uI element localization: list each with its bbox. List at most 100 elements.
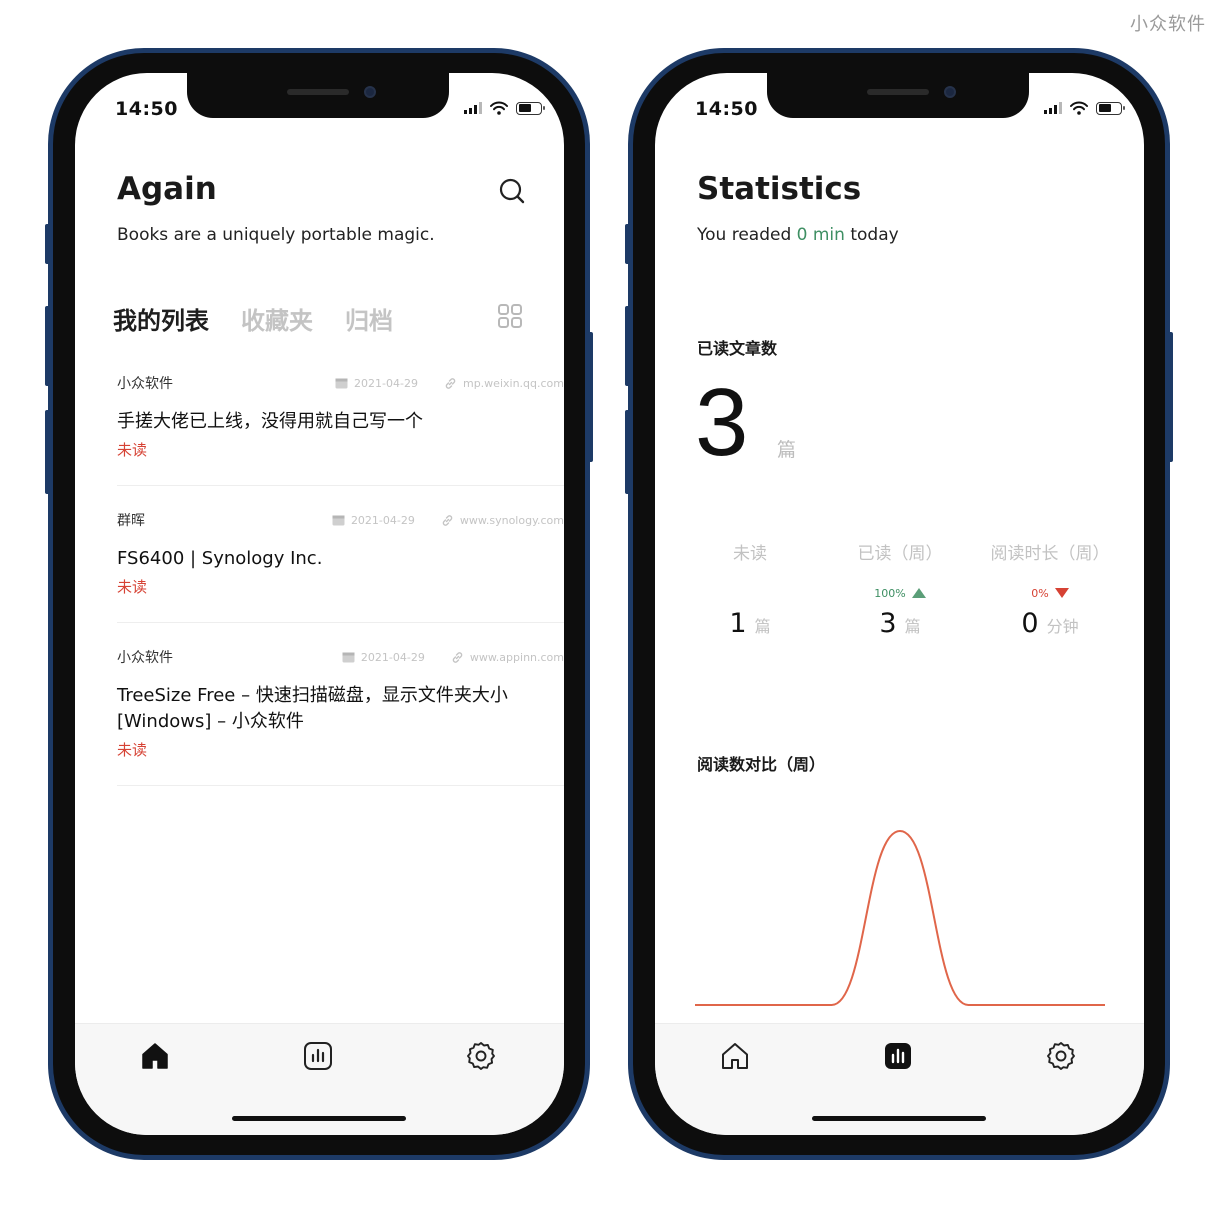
tab-bar <box>75 1023 564 1135</box>
power-button <box>588 332 593 462</box>
phone-bezel: 14:50 Statistics You readed 0 min today … <box>633 53 1165 1155</box>
mute-switch <box>45 224 50 264</box>
list-item[interactable]: 小众软件 2021-04-29 www.appinn.com TreeSize … <box>117 623 564 786</box>
article-info: 2021-04-29 mp.weixin.qq.com <box>335 377 564 390</box>
stat-unit: 篇 <box>754 617 771 636</box>
article-info: 2021-04-29 www.synology.com <box>332 514 564 527</box>
article-source: 小众软件 <box>117 376 173 392</box>
wifi-icon <box>490 101 508 115</box>
stat-unit: 篇 <box>904 617 921 636</box>
arrow-up-icon <box>911 588 926 598</box>
article-list: 小众软件 2021-04-29 mp.weixin.qq.com 手搓大佬已上线… <box>117 349 564 786</box>
notch <box>767 73 1029 118</box>
read-count-label: 已读文章数 <box>697 339 778 358</box>
calendar-icon <box>342 652 355 663</box>
app-subtitle: Books are a uniquely portable magic. <box>117 225 435 245</box>
reading-summary: You readed 0 min today <box>697 225 899 245</box>
link-icon <box>452 651 463 663</box>
volume-down-button <box>45 410 50 494</box>
home-icon[interactable] <box>719 1040 751 1072</box>
unread-badge: 未读 <box>117 741 148 759</box>
weekly-reading-chart <box>695 829 1105 1006</box>
stat-change: 0% <box>1031 586 1049 600</box>
volume-down-button <box>625 410 630 494</box>
status-icons <box>1044 101 1125 115</box>
phone-home: 14:50 Again Books are a uniquely portabl… <box>45 48 593 1160</box>
list-item[interactable]: 小众软件 2021-04-29 mp.weixin.qq.com 手搓大佬已上线… <box>117 349 564 486</box>
page-title: Statistics <box>697 171 862 207</box>
notch <box>187 73 449 118</box>
article-title: TreeSize Free – 快速扫描磁盘，显示文件夹大小[Windows] … <box>117 685 508 732</box>
article-title: 手搓大佬已上线，没得用就自己写一个 <box>117 411 423 432</box>
battery-icon <box>516 101 545 115</box>
stat-label: 未读 <box>733 544 767 564</box>
article-domain: www.appinn.com <box>469 650 564 664</box>
article-domain: mp.weixin.qq.com <box>462 376 564 390</box>
stat-label: 阅读时长（周） <box>990 544 1110 564</box>
article-info: 2021-04-29 www.appinn.com <box>342 651 564 664</box>
home-icon[interactable] <box>139 1040 171 1072</box>
tab-bar <box>655 1023 1144 1135</box>
volume-up-button <box>45 306 50 386</box>
article-source: 小众软件 <box>117 650 173 666</box>
article-title: FS6400 | Synology Inc. <box>117 548 323 569</box>
grid-icon[interactable] <box>496 302 524 330</box>
chart-icon[interactable] <box>882 1040 914 1072</box>
summary-value: 0 min <box>796 225 845 245</box>
home-indicator <box>232 1116 406 1121</box>
phone-statistics: 14:50 Statistics You readed 0 min today … <box>625 48 1173 1160</box>
stat-label: 已读（周） <box>857 544 943 564</box>
watermark: 小众软件 <box>1130 14 1206 35</box>
article-date: 2021-04-29 <box>360 650 425 664</box>
stat-unread: 未读 1篇 <box>675 539 825 639</box>
stat-read-week: 已读（周） 100% 3篇 <box>825 539 975 639</box>
summary-prefix: You readed <box>697 225 792 245</box>
stat-value: 3 <box>879 608 897 639</box>
search-icon[interactable] <box>498 177 526 205</box>
statistics-screen: 14:50 Statistics You readed 0 min today … <box>655 73 1144 1135</box>
power-button <box>1168 332 1173 462</box>
stat-change <box>675 582 825 604</box>
phone-bezel: 14:50 Again Books are a uniquely portabl… <box>53 53 585 1155</box>
gear-icon[interactable] <box>1045 1040 1077 1072</box>
link-icon <box>445 377 456 389</box>
signal-icon <box>464 102 482 114</box>
article-date: 2021-04-29 <box>350 513 415 527</box>
read-count-value: 3 <box>695 369 749 476</box>
stat-value: 0 <box>1021 608 1039 639</box>
list-item[interactable]: 群晖 2021-04-29 www.synology.com FS6400 | … <box>117 486 564 623</box>
article-domain: www.synology.com <box>459 513 564 527</box>
home-indicator <box>812 1116 986 1121</box>
tab-favorites[interactable]: 收藏夹 <box>241 301 313 336</box>
volume-up-button <box>625 306 630 386</box>
status-time: 14:50 <box>115 98 178 120</box>
mute-switch <box>625 224 630 264</box>
read-count-unit: 篇 <box>777 439 797 461</box>
unread-badge: 未读 <box>117 578 148 596</box>
chart-icon[interactable] <box>302 1040 334 1072</box>
chart-label: 阅读数对比（周） <box>697 755 826 774</box>
status-icons <box>464 101 545 115</box>
article-date: 2021-04-29 <box>354 376 418 390</box>
calendar-icon <box>332 515 345 526</box>
home-screen: 14:50 Again Books are a uniquely portabl… <box>75 73 564 1135</box>
stat-value: 1 <box>729 608 747 639</box>
list-tabs: 我的列表 收藏夹 归档 <box>113 301 393 336</box>
arrow-down-icon <box>1054 588 1069 598</box>
stat-unit: 分钟 <box>1046 617 1079 636</box>
summary-suffix: today <box>850 225 899 245</box>
gear-icon[interactable] <box>465 1040 497 1072</box>
article-source: 群晖 <box>117 513 145 529</box>
status-time: 14:50 <box>695 98 758 120</box>
app-title: Again <box>117 171 217 207</box>
unread-badge: 未读 <box>117 441 148 459</box>
tab-my-list[interactable]: 我的列表 <box>113 301 209 336</box>
stat-reading-time-week: 阅读时长（周） 0% 0 分钟 <box>975 539 1125 639</box>
link-icon <box>442 514 453 526</box>
tab-archive[interactable]: 归档 <box>345 301 393 336</box>
wifi-icon <box>1070 101 1088 115</box>
calendar-icon <box>335 378 348 389</box>
stat-change: 100% <box>874 586 906 600</box>
signal-icon <box>1044 102 1062 114</box>
chart-series-line <box>695 829 1105 1006</box>
